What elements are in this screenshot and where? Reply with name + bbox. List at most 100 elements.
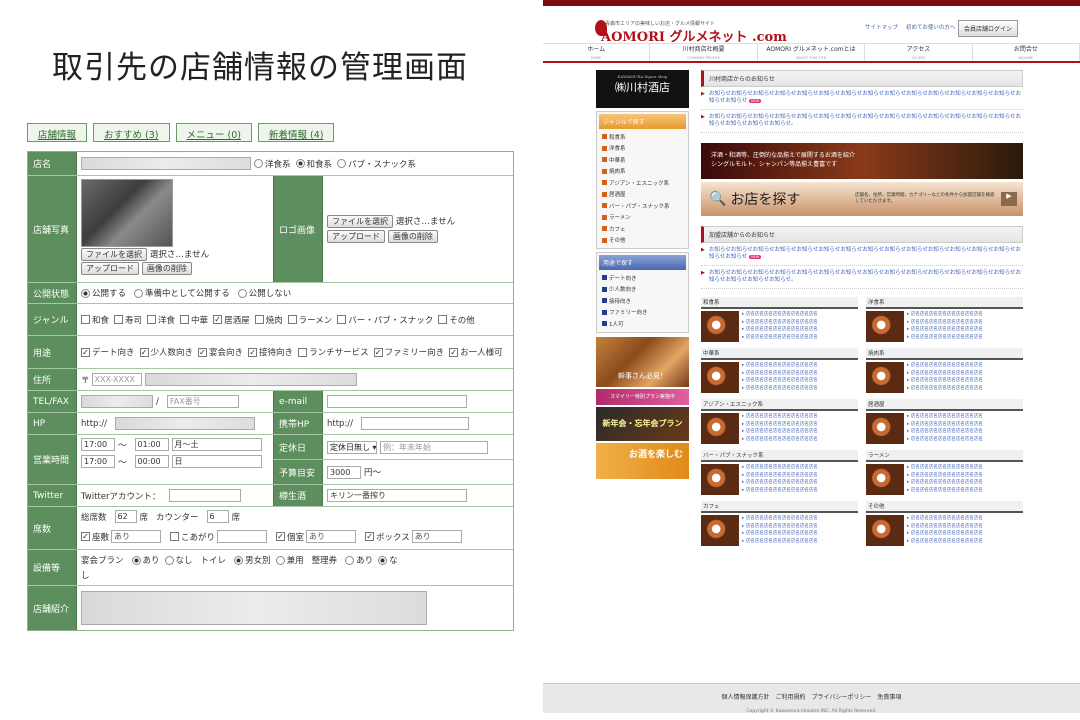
tab-2[interactable]: メニュー (0) [175,123,252,142]
year-end-plan-banner[interactable]: 新年会・忘年会プラン [596,406,689,441]
shop-type-option[interactable]: パブ・スナック系 [337,158,416,170]
days-1[interactable]: 月〜土 [171,438,262,451]
category-shop-link[interactable]: ▸ 店名店名店名店名店名店名店名店名 [742,421,818,429]
category-heading[interactable]: 居酒屋 [866,399,1023,411]
genre-checkbox[interactable] [180,315,190,324]
category-shop-link[interactable]: ▸ 店名店名店名店名店名店名店名店名 [907,487,983,495]
category-shop-link[interactable]: ▸ 店名店名店名店名店名店名店名店名 [742,515,818,523]
category-shop-link[interactable]: ▸ 店名店名店名店名店名店名店名店名 [742,385,818,393]
purpose-item[interactable]: 接待向き [248,346,293,358]
category-shop-link[interactable]: ▸ 店名店名店名店名店名店名店名店名 [742,472,818,480]
genre-item[interactable]: 焼肉 [254,314,283,326]
genre-checkbox[interactable] [337,315,347,324]
category-shop-link[interactable]: ▸ 店名店名店名店名店名店名店名店名 [907,370,983,378]
category-image[interactable] [701,311,739,342]
status-option[interactable]: 公開しない [237,287,291,299]
purpose-checkbox[interactable] [298,347,308,357]
category-image[interactable] [866,515,904,546]
party-plan-radio[interactable] [131,555,141,565]
category-shop-link[interactable]: ▸ 店名店名店名店名店名店名店名店名 [742,538,818,546]
seat-type[interactable]: 個室あり [276,530,357,543]
category-heading[interactable]: 和食系 [701,297,858,309]
news-item[interactable]: お知らせお知らせお知らせお知らせお知らせお知らせお知らせお知らせお知らせお知らせ… [701,110,1023,133]
category-shop-link[interactable]: ▸ 店名店名店名店名店名店名店名店名 [742,377,818,385]
category-shop-link[interactable]: ▸ 店名店名店名店名店名店名店名店名 [907,523,983,531]
smiley-plan-banner[interactable]: スマイリー特別プラン実施中 [596,388,689,405]
nav-item[interactable]: お問合せ INQUIRE [973,44,1080,61]
news-item[interactable]: お知らせお知らせお知らせお知らせお知らせお知らせお知らせお知らせお知らせお知らせ… [701,266,1023,289]
days-2[interactable]: 日 [171,455,262,468]
parking-radio[interactable] [345,555,355,565]
sidebar-genre-link[interactable]: その他 [599,235,686,247]
footer-links[interactable]: 個人情報保護方針 ご利用規約 プライバシーポリシー 免責事項 [722,694,902,701]
beer-input[interactable]: キリン一番搾り [327,489,467,502]
category-image[interactable] [866,413,904,444]
sidebar-purpose-link[interactable]: 接待向き [599,295,686,307]
zip-input[interactable]: XXX-XXXX [91,373,142,386]
purpose-item[interactable]: デート向き [81,346,135,358]
category-shop-link[interactable]: ▸ 店名店名店名店名店名店名店名店名 [742,311,818,319]
seat-type[interactable]: ボックスあり [365,530,462,543]
total-seats-input[interactable]: 62 [114,510,137,523]
seat-type-input[interactable]: あり [306,530,357,543]
sidebar-genre-link[interactable]: 洋食系 [599,143,686,155]
genre-item[interactable]: バー・パブ・スナック [337,314,433,326]
category-shop-link[interactable]: ▸ 店名店名店名店名店名店名店名店名 [742,436,818,444]
logo-delete-button[interactable]: 画像の削除 [387,230,438,243]
category-shop-link[interactable]: ▸ 店名店名店名店名店名店名店名店名 [742,523,818,531]
category-shop-link[interactable]: ▸ 店名店名店名店名店名店名店名店名 [742,428,818,436]
seat-type-input[interactable] [217,530,268,543]
header-link[interactable]: 初めてお使いの方へ [906,23,955,31]
category-image[interactable] [866,464,904,495]
genre-checkbox[interactable] [254,315,264,324]
category-image[interactable] [866,362,904,393]
category-shop-link[interactable]: ▸ 店名店名店名店名店名店名店名店名 [742,326,818,334]
sidebar-purpose-link[interactable]: デート向き [599,272,686,284]
genre-item[interactable]: 洋食 [147,314,175,326]
category-image[interactable] [701,464,739,495]
close-time-1[interactable]: 01:00 [134,438,169,451]
seat-type-input[interactable]: あり [111,530,162,543]
category-shop-link[interactable]: ▸ 店名店名店名店名店名店名店名店名 [907,385,983,393]
sidebar-purpose-link[interactable]: 少人数向き [599,284,686,296]
purpose-checkbox[interactable] [139,347,149,357]
holiday-select[interactable]: 定休日無し ▾ [327,440,377,454]
fax-input[interactable]: FAX番号 [166,395,239,408]
address-input[interactable]: x [144,373,357,386]
twitter-input[interactable] [168,489,241,502]
hp-input[interactable]: x [115,417,256,430]
purpose-item[interactable]: 少人数向き [139,346,193,358]
category-shop-link[interactable]: ▸ 店名店名店名店名店名店名店名店名 [907,428,983,436]
holiday-note-input[interactable]: 例：年末年始 [380,440,488,454]
shop-name-input[interactable]: x [81,157,251,170]
parking-option[interactable]: な [378,554,398,566]
news-item[interactable]: お知らせお知らせお知らせお知らせお知らせお知らせお知らせお知らせお知らせお知らせ… [701,87,1023,110]
category-shop-link[interactable]: ▸ 店名店名店名店名店名店名店名店名 [907,334,983,342]
seat-type-checkbox[interactable] [276,532,286,541]
category-shop-link[interactable]: ▸ 店名店名店名店名店名店名店名店名 [907,479,983,487]
seat-type-checkbox[interactable] [365,532,375,541]
category-heading[interactable]: 中華系 [701,348,858,360]
purpose-item[interactable]: 宴会向き [198,346,243,358]
status-radio[interactable] [237,288,247,298]
sidebar-genre-link[interactable]: 中華系 [599,154,686,166]
category-shop-link[interactable]: ▸ 店名店名店名店名店名店名店名店名 [907,464,983,472]
shop-type-option[interactable]: 洋食系 [254,158,291,170]
sidebar-genre-link[interactable]: 焼肉系 [599,166,686,178]
photo-upload-button[interactable]: アップロード [81,262,139,275]
purpose-item[interactable]: お一人様可 [449,346,503,358]
enjoy-drinks-banner[interactable]: お酒を楽しむ [596,442,689,479]
category-heading[interactable]: ラーメン [866,450,1023,462]
tel-input[interactable]: x [81,395,153,408]
category-shop-link[interactable]: ▸ 店名店名店名店名店名店名店名店名 [742,334,818,342]
nav-item[interactable]: アクセス ACCESS [865,44,973,61]
category-shop-link[interactable]: ▸ 店名店名店名店名店名店名店名店名 [907,319,983,327]
search-shops-banner[interactable]: 🔍 お店を探す 店舗名、住所、営業時間、カテゴリーなどの条件から加盟店舗を検索し… [701,182,1023,216]
seat-type-checkbox[interactable] [81,532,90,541]
toilet-radio[interactable] [234,555,244,565]
photo-file-button[interactable]: ファイルを選択 [81,248,147,261]
genre-checkbox[interactable] [147,315,157,324]
intro-textarea[interactable] [81,591,427,625]
status-radio[interactable] [134,288,144,298]
sidebar-genre-link[interactable]: ラーメン [599,212,686,224]
